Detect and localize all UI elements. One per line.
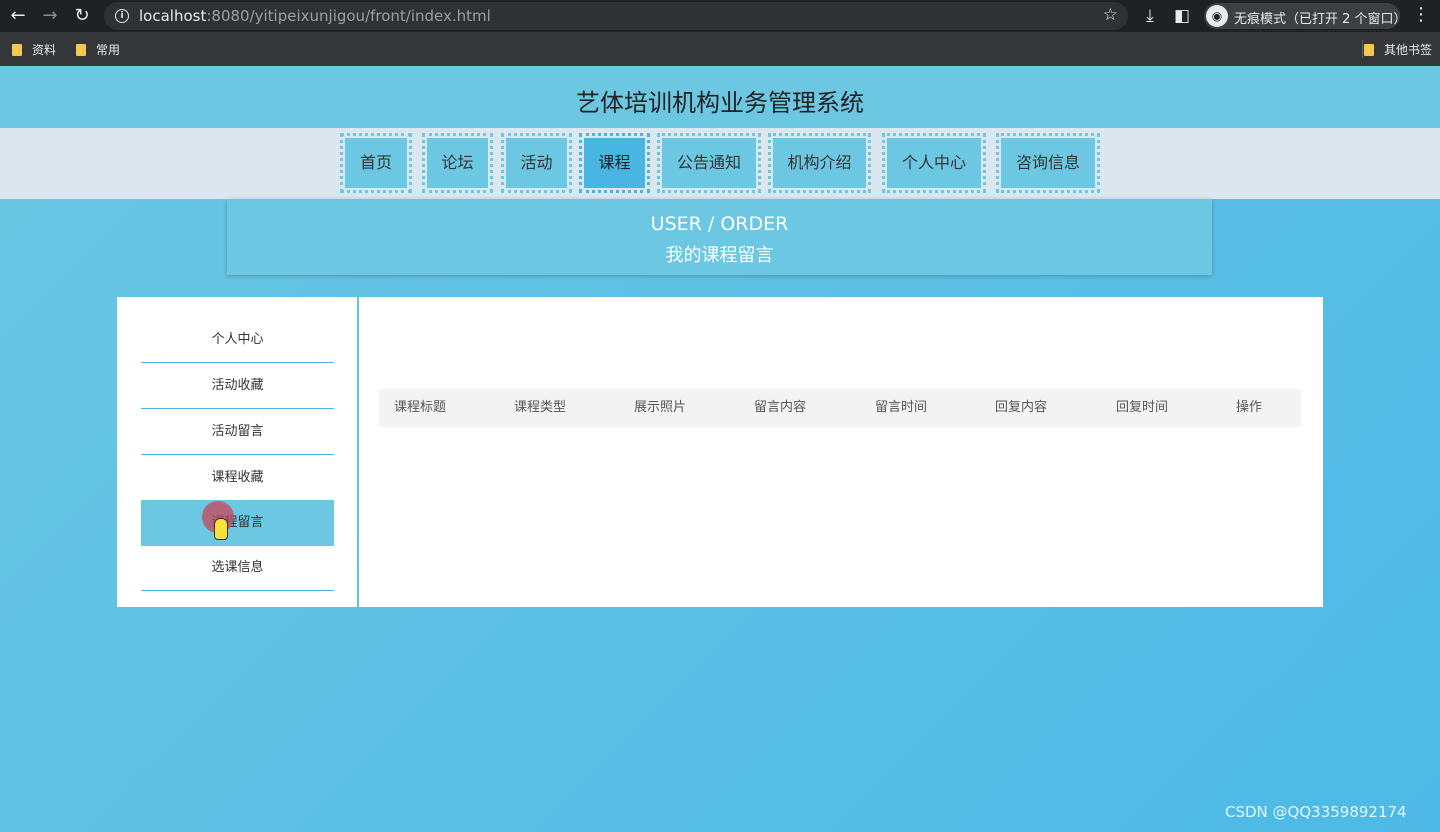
table-header: 课程标题 课程类型 展示照片 留言内容 留言时间 回复内容 回复时间 操作	[379, 389, 1301, 427]
download-icon[interactable]: ⤓	[1138, 4, 1162, 28]
bookmark-folder-ziliao[interactable]: 资料	[12, 41, 56, 58]
nav-item-forum[interactable]: 论坛	[422, 133, 493, 193]
bookmark-folder-other[interactable]: 其他书签	[1364, 41, 1432, 58]
content-panel: 课程标题 课程类型 展示照片 留言内容 留言时间 回复内容 回复时间 操作	[359, 297, 1323, 607]
site-info-icon[interactable]: i	[115, 9, 129, 23]
nav-item-notice[interactable]: 公告通知	[657, 133, 761, 193]
watermark: CSDN @QQ3359892174	[1225, 803, 1407, 821]
column-header-actions: 操作	[1236, 400, 1263, 415]
folder-icon	[1364, 44, 1374, 56]
main-nav: 首页 论坛 活动 课程 公告通知 机构介绍 个人中心 咨询信息	[0, 128, 1440, 199]
forward-arrow-icon[interactable]: →	[38, 4, 62, 28]
bookmark-star-icon[interactable]: ☆	[1103, 5, 1118, 25]
back-arrow-icon[interactable]: ←	[6, 4, 30, 28]
nav-item-personal-center[interactable]: 个人中心	[882, 133, 986, 193]
reload-icon[interactable]: ↻	[70, 4, 94, 28]
bookmark-folder-changyong[interactable]: 常用	[76, 41, 120, 58]
column-header-course-type: 课程类型	[514, 400, 567, 415]
incognito-indicator[interactable]: ◉ 无痕模式（已打开 2 个窗口）	[1204, 3, 1407, 29]
banner-subtitle-en: USER / ORDER	[650, 213, 789, 235]
side-menu: 个人中心 活动收藏 活动留言 课程收藏 课程留言 选课信息	[117, 297, 357, 607]
side-item-personal-center[interactable]: 个人中心	[141, 317, 334, 363]
column-header-message-content: 留言内容	[754, 400, 807, 415]
nav-item-about[interactable]: 机构介绍	[768, 133, 871, 193]
address-bar[interactable]: i localhost:8080/yitipeixunjigou/front/i…	[104, 2, 1128, 30]
site-header: 艺体培训机构业务管理系统	[0, 66, 1440, 128]
nav-item-course[interactable]: 课程	[579, 133, 650, 193]
nav-item-home[interactable]: 首页	[340, 133, 412, 193]
bookmarks-divider	[1362, 40, 1363, 58]
browser-menu-icon[interactable]: ⋮	[1412, 4, 1430, 25]
column-header-message-time: 留言时间	[875, 400, 928, 415]
folder-icon	[12, 44, 22, 56]
hand-cursor-icon	[214, 518, 228, 540]
incognito-label: 无痕模式（已打开 2 个窗口）	[1234, 12, 1407, 27]
incognito-icon: ◉	[1206, 5, 1228, 27]
folder-icon	[76, 44, 86, 56]
column-header-reply-content: 回复内容	[995, 400, 1048, 415]
nav-item-activity[interactable]: 活动	[501, 133, 572, 193]
column-header-photo: 展示照片	[634, 400, 687, 415]
nav-item-consult[interactable]: 咨询信息	[996, 133, 1100, 193]
side-item-activity-favorites[interactable]: 活动收藏	[141, 363, 334, 409]
column-header-reply-time: 回复时间	[1116, 400, 1169, 415]
browser-toolbar: ← → ↻ i localhost:8080/yitipeixunjigou/f…	[0, 0, 1440, 32]
side-item-course-favorites[interactable]: 课程收藏	[141, 455, 334, 501]
address-url[interactable]: localhost:8080/yitipeixunjigou/front/ind…	[139, 7, 491, 25]
side-item-activity-messages[interactable]: 活动留言	[141, 409, 334, 455]
site-title: 艺体培训机构业务管理系统	[576, 89, 864, 117]
side-item-course-selection[interactable]: 选课信息	[141, 545, 334, 591]
page-title: 我的课程留言	[665, 245, 774, 266]
side-item-course-messages[interactable]: 课程留言	[141, 500, 334, 546]
column-header-course-title: 课程标题	[394, 400, 447, 415]
bookmarks-bar: 资料 常用 其他书签	[0, 32, 1440, 66]
page-banner: USER / ORDER 我的课程留言	[227, 199, 1212, 275]
side-panel-icon[interactable]: ◧	[1170, 4, 1194, 28]
